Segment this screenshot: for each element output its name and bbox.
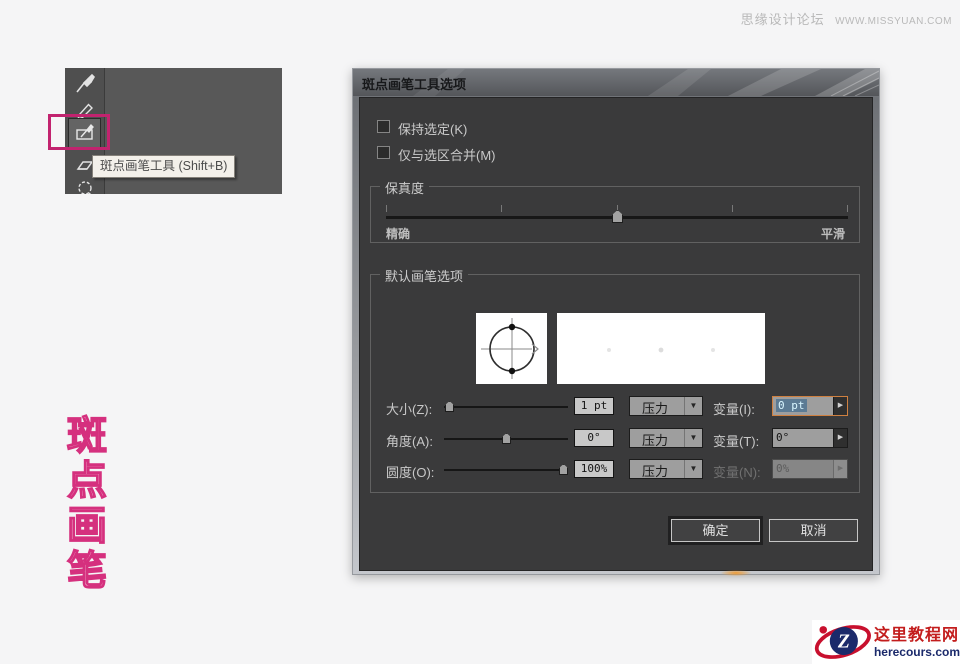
size-variation-group: 0 pt ▶ [772, 396, 848, 416]
fidelity-tick [386, 205, 387, 212]
caption-vertical-text: 斑 点 画 笔 [64, 414, 110, 594]
paintbrush-icon [74, 73, 96, 95]
angle-row: 角度(A): 0° 压力 ▼ 变量(T): 0° ▶ [386, 429, 850, 449]
logo-domain: herecours.com [874, 645, 960, 659]
caption-char: 点 [67, 459, 107, 504]
merge-only-checkbox[interactable] [377, 146, 390, 159]
angle-variation-label: 变量(T): [713, 431, 759, 450]
dialog-content: 保持选定(K) 仅与选区合并(M) 保真度 精确 平滑 默认画笔选项 [359, 97, 873, 571]
roundness-slider-track[interactable] [444, 469, 568, 471]
angle-value-field[interactable]: 0° [574, 429, 614, 447]
size-slider[interactable] [444, 397, 568, 417]
merge-only-label: 仅与选区合并(M) [398, 145, 496, 164]
angle-mode-dropdown[interactable]: 压力 ▼ [629, 428, 703, 448]
angle-label: 角度(A): [386, 431, 433, 450]
roundness-variation-field: 0% [773, 460, 833, 478]
fidelity-legend: 保真度 [380, 178, 429, 197]
roundness-variation-group: 0% ▶ [772, 459, 848, 479]
size-value-field[interactable]: 1 pt [574, 397, 614, 415]
annotation-highlight-rect [48, 114, 110, 150]
size-variation-field[interactable]: 0 pt [773, 397, 833, 415]
size-slider-track[interactable] [444, 406, 568, 408]
roundness-mode-value: 压力 [642, 461, 668, 480]
dialog-titlebar[interactable]: 斑点画笔工具选项 [353, 69, 879, 96]
chevron-down-icon[interactable]: ▼ [684, 429, 702, 447]
dialog-title: 斑点画笔工具选项 [362, 74, 466, 93]
circle-crosshair-arrow-icon [476, 313, 547, 384]
angle-slider-thumb[interactable] [502, 433, 511, 444]
fidelity-max-label: 平滑 [821, 225, 845, 242]
roundness-label: 圆度(O): [386, 462, 434, 481]
cancel-button[interactable]: 取消 [769, 519, 858, 542]
paintbrush-tool[interactable] [68, 70, 101, 97]
blob-brush-options-dialog: 斑点画笔工具选项 保持选定(K) 仅与选区合并(M) 保真度 精确 平滑 默认画… [352, 68, 880, 575]
selected-text: 0 pt [776, 399, 807, 412]
chevron-down-icon[interactable]: ▼ [684, 460, 702, 478]
fidelity-min-label: 精确 [386, 225, 410, 242]
fidelity-tick [501, 205, 502, 212]
angle-variation-group: 0° ▶ [772, 428, 848, 448]
size-mode-dropdown[interactable]: 压力 ▼ [629, 396, 703, 416]
size-row: 大小(Z): 1 pt 压力 ▼ 变量(I): 0 pt ▶ [386, 397, 850, 417]
size-mode-value: 压力 [642, 398, 668, 417]
size-label: 大小(Z): [386, 399, 432, 418]
lasso-icon [74, 179, 96, 195]
arrow-right-icon[interactable]: ▶ [833, 429, 847, 447]
angle-slider[interactable] [444, 429, 568, 449]
background-orange-glow [721, 570, 751, 576]
roundness-variation-label: 变量(N): [713, 462, 761, 481]
page: { "watermark": { "site": "思缘设计论坛", "url"… [0, 0, 960, 664]
z-logo-icon: Z [812, 620, 872, 664]
caption-char: 笔 [67, 549, 107, 594]
tutorial-site-logo: Z 这里教程网 herecours.com [812, 620, 960, 664]
angle-mode-value: 压力 [642, 430, 668, 449]
logo-letter: Z [837, 631, 850, 653]
roundness-mode-dropdown[interactable]: 压力 ▼ [629, 459, 703, 479]
angle-variation-field[interactable]: 0° [773, 429, 833, 447]
roundness-slider-thumb[interactable] [559, 464, 568, 475]
fidelity-tick [732, 205, 733, 212]
chevron-down-icon[interactable]: ▼ [684, 397, 702, 415]
brush-tip-preview [476, 313, 547, 384]
keep-selected-checkbox[interactable] [377, 120, 390, 133]
keep-selected-label: 保持选定(K) [398, 119, 467, 138]
lasso-tool[interactable] [68, 176, 101, 194]
watermark-site-name: 思缘设计论坛 [741, 12, 825, 27]
watermark-site-url: WWW.MISSYUAN.COM [835, 16, 952, 27]
roundness-row: 圆度(O): 100% 压力 ▼ 变量(N): 0% ▶ [386, 460, 850, 480]
caption-char: 斑 [67, 414, 107, 459]
tool-tooltip: 斑点画笔工具 (Shift+B) [92, 155, 235, 178]
logo-title: 这里教程网 [874, 626, 960, 645]
logo-text: 这里教程网 herecours.com [874, 626, 960, 659]
stroke-preview [557, 313, 765, 384]
arrow-right-icon[interactable]: ▶ [833, 397, 847, 415]
arrow-right-icon: ▶ [833, 460, 847, 478]
caption-char: 画 [67, 504, 107, 549]
ok-button[interactable]: 确定 [671, 519, 760, 542]
dotted-stroke-icon [557, 313, 765, 384]
roundness-slider[interactable] [444, 460, 568, 480]
size-variation-label: 变量(I): [713, 399, 755, 418]
site-watermark: 思缘设计论坛 WWW.MISSYUAN.COM [741, 9, 952, 29]
roundness-value-field[interactable]: 100% [574, 460, 614, 478]
default-brush-options-legend: 默认画笔选项 [380, 266, 468, 285]
fidelity-tick [847, 205, 848, 212]
size-slider-thumb[interactable] [445, 401, 454, 412]
